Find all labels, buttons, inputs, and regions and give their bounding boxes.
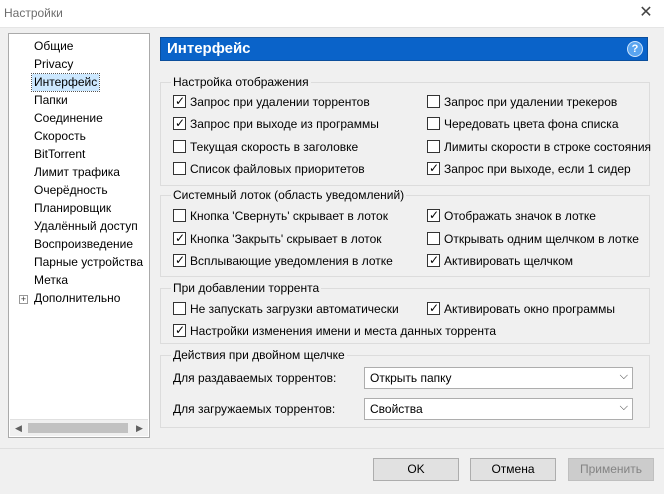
checkbox-label: Запрос при удалении трекеров [444, 95, 618, 109]
sidebar-item-bittorrent[interactable]: BitTorrent [34, 146, 85, 163]
page-title: Интерфейс [167, 40, 251, 57]
sidebar-item-label[interactable]: Метка [34, 272, 68, 289]
checkbox-box[interactable]: ✓ [427, 161, 440, 175]
chevron-down-icon: ⌵ [619, 370, 628, 382]
display-settings-group: Настройка отображения ✓ Запрос при удале… [160, 75, 652, 186]
sidebar-item-privacy[interactable]: Privacy [34, 56, 73, 73]
checkbox-box[interactable] [427, 117, 440, 130]
cancel-button[interactable]: Отмена [470, 458, 556, 481]
checkbox-label: Чередовать цвета фона списка [444, 117, 619, 131]
checkbox-box[interactable] [427, 140, 440, 153]
checkbox-label: Отображать значок в лотке [444, 209, 596, 223]
select-value: Открыть папку [370, 371, 452, 385]
checkbox-box[interactable]: ✓ [173, 253, 186, 267]
group-legend: Действия при двойном щелчке [171, 348, 347, 362]
page-header: Интерфейс ? [160, 37, 648, 61]
checkbox-label: Кнопка 'Свернуть' скрывает в лоток [190, 209, 388, 223]
group-legend: Настройка отображения [171, 75, 311, 89]
group-legend: При добавлении торрента [171, 281, 322, 295]
checkbox-label: Кнопка 'Закрыть' скрывает в лоток [190, 232, 382, 246]
checkbox-label: Текущая скорость в заголовке [190, 140, 359, 154]
scroll-right-icon[interactable]: ▶ [131, 420, 148, 436]
apply-button[interactable]: Применить [568, 458, 654, 481]
checkbox-box[interactable] [173, 162, 186, 175]
checkbox-label: Активировать щелчком [444, 254, 574, 268]
expand-icon[interactable]: + [19, 295, 28, 304]
settings-tree[interactable]: Общие Privacy Интерфейс Папки Соединение… [8, 33, 150, 438]
checkbox-box[interactable] [427, 232, 440, 245]
checkbox-box[interactable]: ✓ [173, 116, 186, 130]
checkbox-label: Запрос при удалении торрентов [190, 95, 370, 109]
checkbox-label: Запрос при выходе из программы [190, 117, 379, 131]
sidebar-item-traffic-limit[interactable]: Лимит трафика [34, 164, 120, 181]
checkbox-box[interactable] [173, 302, 186, 315]
checkbox-label: Не запускать загрузки автоматически [190, 302, 399, 316]
checkbox-label: Активировать окно программы [444, 302, 615, 316]
sidebar-item-paired-devices[interactable]: Парные устройства [34, 254, 143, 271]
checkbox-box[interactable]: ✓ [173, 231, 186, 245]
check-icon: ✓ [175, 323, 186, 337]
sidebar-item-general[interactable]: Общие [34, 38, 73, 55]
sidebar-item-folders[interactable]: Папки [34, 92, 68, 109]
check-icon: ✓ [429, 161, 440, 175]
sidebar-item-interface[interactable]: Интерфейс [30, 73, 101, 92]
checkbox-label: Список файловых приоритетов [190, 162, 365, 176]
checkbox-label: Запрос при выходе, если 1 сидер [444, 162, 631, 176]
check-icon: ✓ [429, 208, 440, 222]
checkbox-box[interactable]: ✓ [427, 253, 440, 267]
group-legend: Системный лоток (область уведомлений) [171, 188, 407, 202]
checkbox-label: Настройки изменения имени и места данных… [190, 324, 496, 338]
sidebar-item-remote-access[interactable]: Удалённый доступ [34, 218, 138, 235]
checkbox-box[interactable]: ✓ [427, 301, 440, 315]
checkbox-box[interactable]: ✓ [427, 208, 440, 222]
downloading-action-select[interactable]: Свойства ⌵ [364, 398, 633, 420]
close-icon[interactable]: ✕ [636, 3, 656, 23]
check-icon: ✓ [429, 301, 440, 315]
checkbox-label: Лимиты скорости в строке состояния [444, 140, 652, 154]
check-icon: ✓ [175, 94, 186, 108]
seeding-action-select[interactable]: Открыть папку ⌵ [364, 367, 633, 389]
seeding-action-label: Для раздаваемых торрентов: [173, 371, 337, 385]
check-icon: ✓ [175, 116, 186, 130]
add-torrent-group: При добавлении торрента Не запускать заг… [160, 281, 650, 344]
select-value: Свойства [370, 402, 423, 416]
dialog-footer [0, 448, 664, 494]
chevron-down-icon: ⌵ [619, 401, 628, 413]
checkbox-box[interactable] [427, 95, 440, 108]
check-icon: ✓ [175, 231, 186, 245]
sidebar-item-speed[interactable]: Скорость [34, 128, 86, 145]
horizontal-scrollbar[interactable]: ◀ ▶ [10, 419, 148, 436]
checkbox-box[interactable]: ✓ [173, 323, 186, 337]
title-bar: Настройки ✕ [0, 0, 664, 28]
downloading-action-label: Для загружаемых торрентов: [173, 402, 336, 416]
sidebar-item-advanced[interactable]: Дополнительно [34, 290, 120, 307]
scroll-left-icon[interactable]: ◀ [10, 420, 27, 436]
checkbox-box[interactable] [173, 209, 186, 222]
checkbox-label: Всплывающие уведомления в лотке [190, 254, 393, 268]
checkbox-box[interactable] [173, 140, 186, 153]
sidebar-item-scheduler[interactable]: Планировщик [34, 200, 111, 217]
checkbox-label: Открывать одним щелчком в лотке [444, 232, 639, 246]
system-tray-group: Системный лоток (область уведомлений) Кн… [160, 188, 650, 277]
ok-button[interactable]: OK [373, 458, 459, 481]
scrollbar-thumb[interactable] [28, 423, 128, 433]
sidebar-item-connection[interactable]: Соединение [34, 110, 103, 127]
window-title: Настройки [4, 6, 63, 20]
sidebar-item-queue[interactable]: Очерёдность [34, 182, 108, 199]
double-click-group: Действия при двойном щелчке Для раздавае… [160, 348, 650, 428]
check-icon: ✓ [175, 253, 186, 267]
help-icon[interactable]: ? [627, 41, 643, 57]
check-icon: ✓ [429, 253, 440, 267]
checkbox-box[interactable]: ✓ [173, 94, 186, 108]
sidebar-item-playback[interactable]: Воспроизведение [34, 236, 133, 253]
